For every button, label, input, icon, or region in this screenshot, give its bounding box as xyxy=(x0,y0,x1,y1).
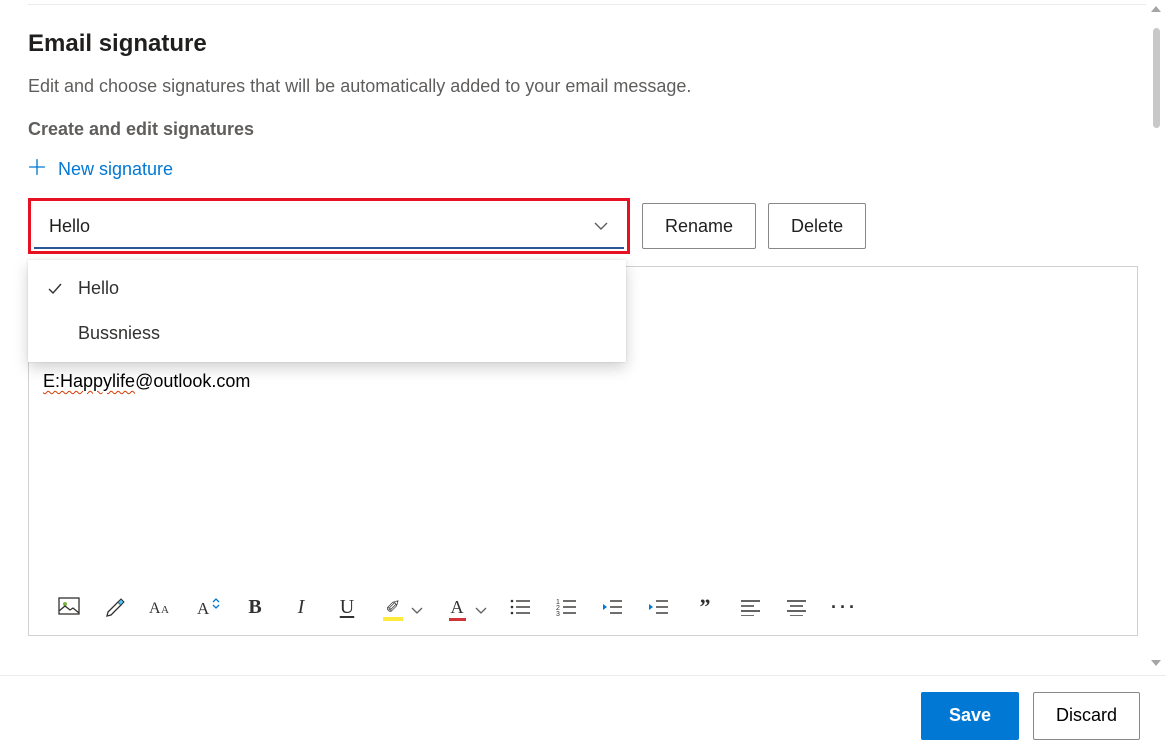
svg-text:A: A xyxy=(149,600,161,617)
bold-button[interactable]: B xyxy=(243,593,267,621)
font-size-icon[interactable]: A xyxy=(195,593,221,621)
discard-button[interactable]: Discard xyxy=(1033,692,1140,740)
plus-icon xyxy=(28,158,46,180)
more-options-icon[interactable]: ··· xyxy=(831,593,858,621)
page-description: Edit and choose signatures that will be … xyxy=(28,76,1138,97)
outdent-icon[interactable] xyxy=(601,593,625,621)
scroll-down-arrow-icon[interactable] xyxy=(1151,660,1161,666)
dropdown-option-label: Hello xyxy=(78,278,119,299)
chevron-down-icon[interactable] xyxy=(475,601,487,613)
scroll-thumb[interactable] xyxy=(1153,28,1160,128)
dropdown-option-hello[interactable]: Hello xyxy=(28,266,626,311)
editor-toolbar: AA A B I U ✐ A 123 xyxy=(29,579,1137,635)
signature-dropdown-menu: Hello Bussniess xyxy=(28,260,626,362)
svg-text:3: 3 xyxy=(556,611,560,616)
svg-text:A: A xyxy=(161,604,169,616)
bullet-list-icon[interactable] xyxy=(509,593,533,621)
new-signature-button[interactable]: New signature xyxy=(28,158,173,180)
underline-button[interactable]: U xyxy=(335,593,359,621)
page-title: Email signature xyxy=(28,30,1138,58)
section-label: Create and edit signatures xyxy=(28,119,1138,140)
scroll-up-arrow-icon[interactable] xyxy=(1151,6,1161,12)
dropdown-option-label: Bussniess xyxy=(78,323,160,344)
editor-line-email: E:Happylife@outlook.com xyxy=(43,368,1123,395)
font-color-icon[interactable]: A xyxy=(445,593,469,621)
top-divider xyxy=(28,4,1146,5)
highlight-icon[interactable]: ✐ xyxy=(381,593,405,621)
save-button[interactable]: Save xyxy=(921,692,1019,740)
align-center-icon[interactable] xyxy=(785,593,809,621)
numbered-list-icon[interactable]: 123 xyxy=(555,593,579,621)
dropdown-option-bussniess[interactable]: Bussniess xyxy=(28,311,626,356)
format-painter-icon[interactable] xyxy=(103,593,127,621)
checkmark-icon xyxy=(46,281,64,297)
italic-button[interactable]: I xyxy=(289,593,313,621)
footer-bar: Save Discard xyxy=(0,675,1166,755)
svg-text:A: A xyxy=(197,599,210,618)
align-left-icon[interactable] xyxy=(739,593,763,621)
font-color-button-group[interactable]: A xyxy=(445,593,487,621)
chevron-down-icon[interactable] xyxy=(411,601,423,613)
indent-icon[interactable] xyxy=(647,593,671,621)
insert-image-icon[interactable] xyxy=(57,593,81,621)
quote-icon[interactable]: ” xyxy=(693,593,717,621)
signature-select[interactable]: Hello xyxy=(28,198,630,254)
rename-button[interactable]: Rename xyxy=(642,203,756,249)
signature-select-value: Hello xyxy=(49,216,90,237)
scrollbar[interactable] xyxy=(1148,6,1164,666)
font-icon[interactable]: AA xyxy=(149,593,173,621)
new-signature-label: New signature xyxy=(58,159,173,180)
delete-button[interactable]: Delete xyxy=(768,203,866,249)
chevron-down-icon xyxy=(593,218,609,234)
highlight-button-group[interactable]: ✐ xyxy=(381,593,423,621)
